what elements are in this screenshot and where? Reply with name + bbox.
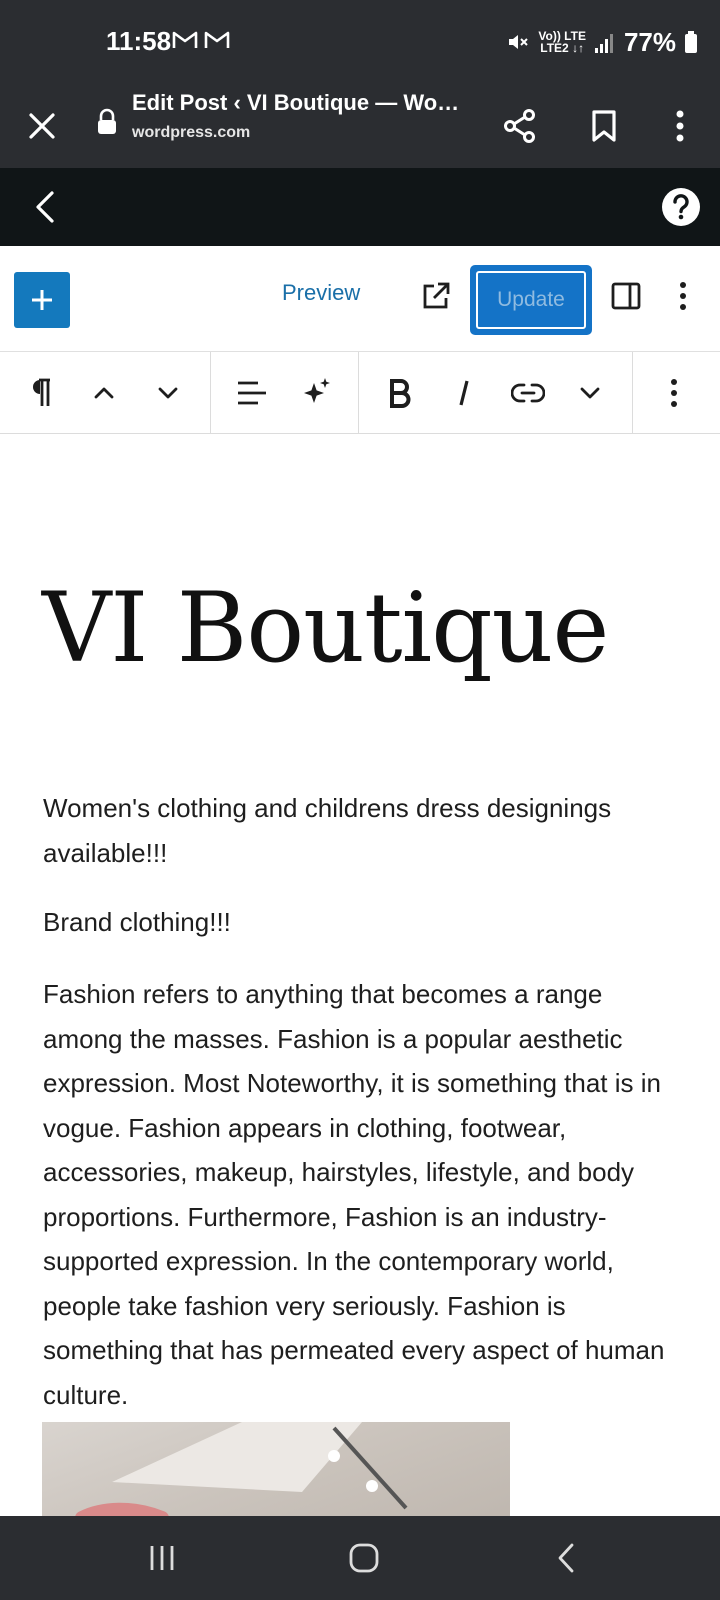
editor-options-button[interactable]: [668, 278, 698, 314]
back-icon: [558, 1543, 574, 1573]
network-labels: Vo)) LTE LTE2 ↓↑: [538, 30, 586, 54]
paragraph-icon: [33, 378, 50, 406]
bookmark-button[interactable]: [580, 102, 628, 150]
update-button-label: Update: [476, 271, 586, 329]
more-vertical-icon: [680, 282, 686, 310]
align-text-button[interactable]: [228, 369, 276, 417]
preview-button[interactable]: Preview: [282, 280, 360, 306]
chevron-down-icon: [158, 387, 178, 399]
plus-icon: [32, 290, 52, 310]
align-left-icon: [238, 381, 266, 405]
toolbar-divider: [358, 352, 359, 434]
lock-icon: [98, 108, 116, 134]
more-formatting-button[interactable]: [566, 369, 614, 417]
close-tab-button[interactable]: [18, 102, 66, 150]
paragraph-block[interactable]: Brand clothing!!!: [43, 900, 683, 945]
battery-percent: 77%: [623, 26, 676, 57]
battery-icon: [685, 31, 697, 53]
external-link-icon: [423, 282, 450, 309]
store-interior-image: [75, 1422, 408, 1516]
recent-apps-button[interactable]: [132, 1534, 192, 1582]
toolbar-divider: [632, 352, 633, 434]
system-navigation-bar: [0, 1516, 720, 1600]
wp-admin-bar: [0, 168, 720, 246]
block-options-button[interactable]: [650, 369, 698, 417]
gmail-notification-icon-2: [204, 31, 230, 48]
chevron-up-icon: [94, 387, 114, 399]
page-title: Edit Post ‹ VI Boutique — Wo…: [132, 90, 460, 115]
editor-header: Preview Update: [0, 246, 720, 352]
ai-assistant-button[interactable]: [292, 369, 340, 417]
bold-icon: [390, 379, 411, 408]
editor-canvas: VI Boutique Women's clothing and childre…: [0, 434, 720, 1516]
network-label-bottom: LTE2 ↓↑: [540, 41, 585, 55]
chevron-left-icon: [36, 191, 54, 223]
view-post-button[interactable]: [416, 276, 456, 316]
block-inserter-button[interactable]: [14, 272, 70, 328]
status-time: 11:58: [106, 26, 172, 56]
link-icon: [511, 383, 545, 403]
bookmark-icon: [592, 110, 616, 142]
italic-button[interactable]: [440, 369, 488, 417]
more-vertical-icon: [676, 110, 684, 142]
status-indicators: Vo)) LTE LTE2 ↓↑ 77%: [506, 24, 698, 60]
paragraph-block-button[interactable]: [16, 369, 64, 417]
system-back-button[interactable]: [536, 1534, 596, 1582]
close-icon: [29, 113, 55, 139]
bold-button[interactable]: [376, 369, 424, 417]
sidebar-toggle-icon: [611, 282, 641, 310]
browser-menu-button[interactable]: [656, 102, 704, 150]
share-button[interactable]: [496, 102, 544, 150]
italic-icon: [459, 380, 469, 406]
more-vertical-icon: [671, 379, 677, 407]
paragraph-block[interactable]: Fashion refers to anything that becomes …: [43, 972, 683, 1417]
update-button[interactable]: Update: [470, 265, 592, 335]
block-toolbar: [0, 352, 720, 434]
share-icon: [504, 109, 535, 143]
move-down-button[interactable]: [144, 369, 192, 417]
settings-sidebar-button[interactable]: [608, 278, 644, 314]
home-button[interactable]: [334, 1534, 394, 1582]
sparkle-icon: [304, 378, 330, 403]
status-bar: 11:58 Vo)) LTE LTE2 ↓↑ 77%: [0, 0, 720, 84]
chevron-down-icon: [580, 387, 600, 399]
help-button[interactable]: [662, 188, 700, 226]
paragraph-block[interactable]: Women's clothing and childrens dress des…: [43, 786, 683, 875]
link-button[interactable]: [504, 369, 552, 417]
back-button[interactable]: [22, 184, 68, 230]
help-icon: [673, 194, 689, 220]
mute-icon: [509, 35, 529, 49]
move-up-button[interactable]: [80, 369, 128, 417]
image-block[interactable]: [42, 1422, 510, 1516]
page-url[interactable]: wordpress.com: [132, 124, 250, 142]
post-title[interactable]: VI Boutique: [42, 572, 609, 684]
browser-toolbar: Edit Post ‹ VI Boutique — Wo… wordpress.…: [0, 84, 720, 168]
recent-apps-icon: [150, 1546, 174, 1570]
toolbar-divider: [210, 352, 211, 434]
signal-icon: [594, 34, 613, 53]
home-icon: [349, 1543, 379, 1573]
gmail-notification-icon: [172, 31, 198, 48]
